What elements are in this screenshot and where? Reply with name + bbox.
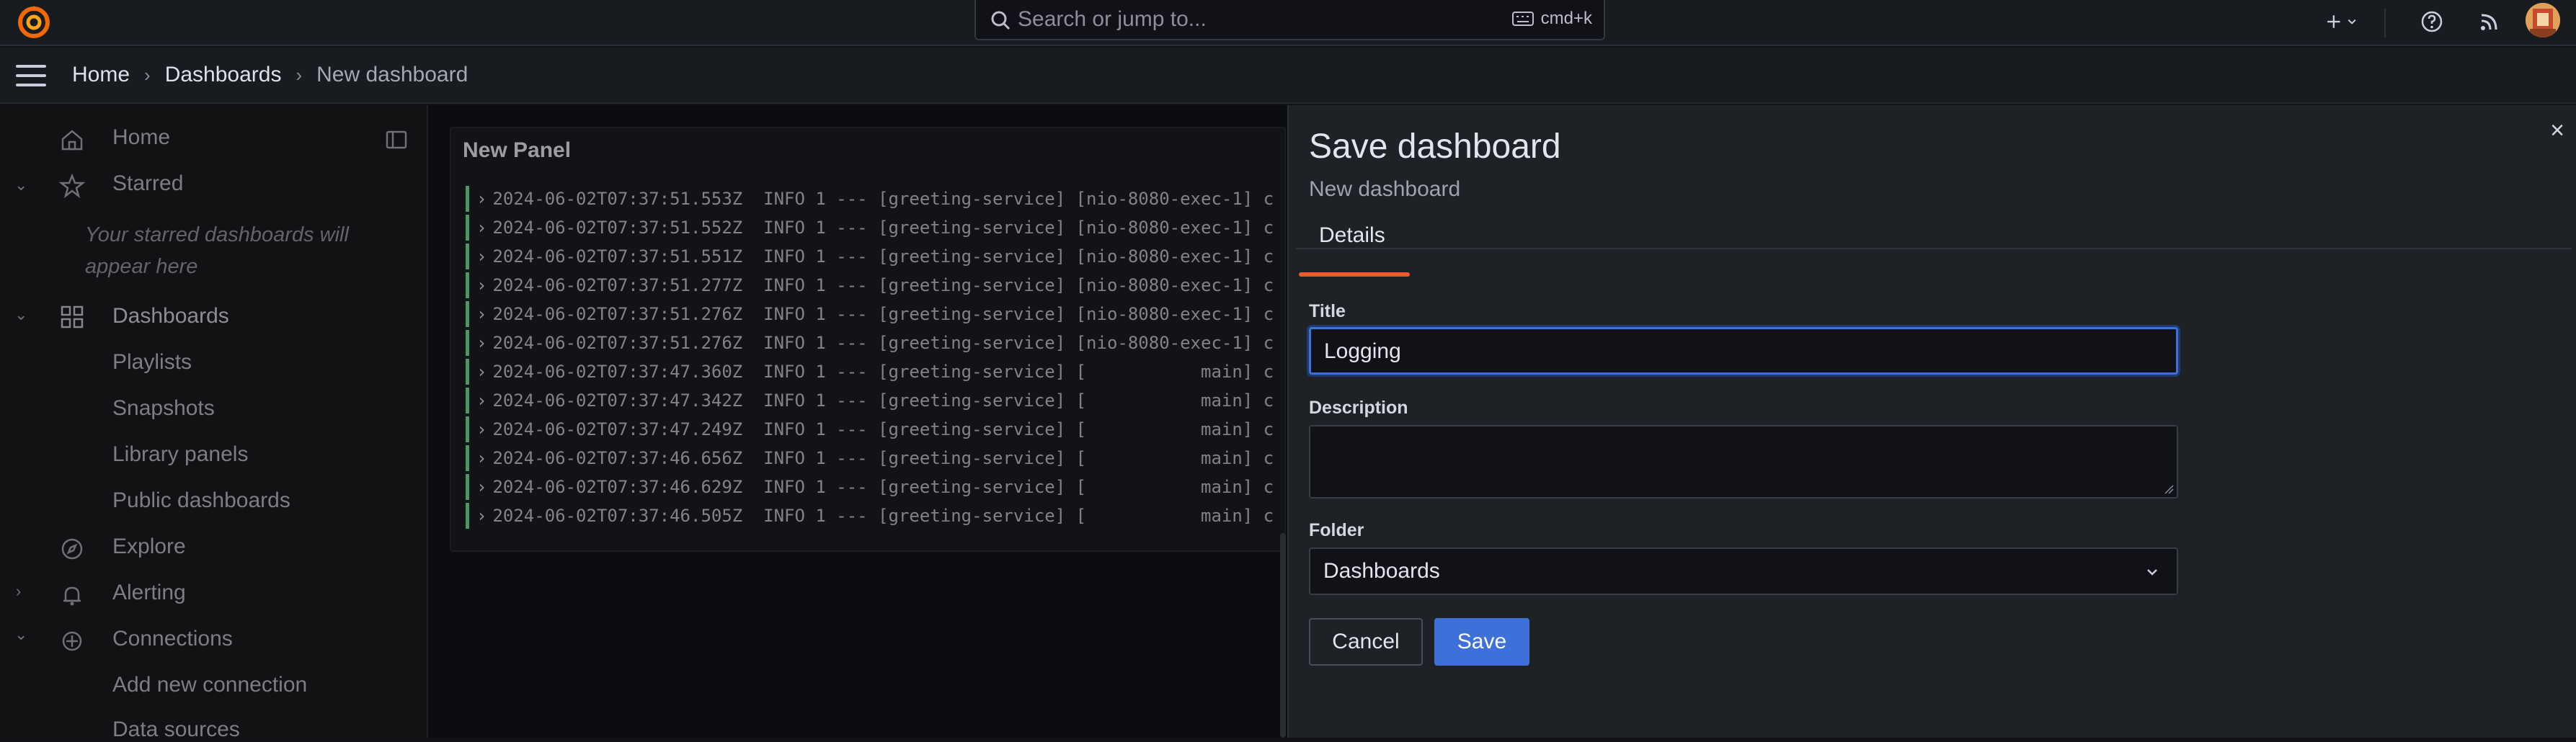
save-dashboard-drawer: × Save dashboard New dashboard Details T…: [1287, 105, 2576, 738]
resize-handle-icon[interactable]: [2164, 484, 2174, 494]
active-tab-indicator: [1299, 272, 1410, 277]
help-icon: [2421, 11, 2443, 32]
modal-backdrop[interactable]: [0, 105, 1287, 738]
avatar[interactable]: [2526, 3, 2560, 37]
title-input[interactable]: Logging: [1309, 327, 2178, 375]
divider: [2384, 9, 2386, 37]
chevron-down-icon: [2147, 569, 2157, 576]
news-button[interactable]: [2474, 6, 2505, 37]
drawer-title: Save dashboard: [1309, 128, 1561, 166]
breadcrumb-home[interactable]: Home: [72, 63, 130, 87]
close-icon[interactable]: ×: [2543, 117, 2572, 146]
description-textarea[interactable]: [1309, 425, 2178, 499]
breadcrumb-current: New dashboard: [316, 63, 468, 86]
chevron-right-icon: ›: [296, 63, 303, 86]
menu-icon[interactable]: [16, 65, 46, 88]
chevron-right-icon: ›: [144, 63, 151, 86]
search-icon: [991, 11, 1011, 30]
new-menu-button[interactable]: [2325, 6, 2357, 37]
keyboard-icon: [1511, 12, 1534, 26]
grafana-logo-icon[interactable]: [16, 4, 52, 40]
cancel-button[interactable]: Cancel: [1309, 618, 1423, 666]
save-button[interactable]: Save: [1434, 618, 1529, 666]
top-bar: Search or jump to... cmd+k: [0, 0, 2576, 46]
title-label: Title: [1309, 301, 1346, 321]
breadcrumb: Home › Dashboards › New dashboard: [72, 63, 468, 87]
search-shortcut: cmd+k: [1511, 9, 1592, 29]
drawer-subtitle: New dashboard: [1309, 177, 1461, 201]
folder-label: Folder: [1309, 520, 1364, 540]
tab-details[interactable]: Details: [1319, 223, 1385, 248]
folder-select[interactable]: Dashboards: [1309, 547, 2178, 595]
search-bar[interactable]: Search or jump to... cmd+k: [974, 0, 1605, 40]
breadcrumb-dashboards[interactable]: Dashboards: [165, 63, 282, 87]
help-button[interactable]: [2416, 6, 2448, 37]
search-placeholder: Search or jump to...: [1018, 7, 1207, 31]
rss-icon: [2481, 14, 2497, 30]
drawer-tabs: Details: [1296, 220, 2572, 249]
folder-value: Dashboards: [1323, 559, 1440, 583]
chevron-down-icon: [2348, 19, 2356, 24]
description-label: Description: [1309, 398, 1408, 418]
breadcrumb-bar: Home › Dashboards › New dashboard: [0, 48, 2576, 104]
shortcut-label: cmd+k: [1540, 9, 1592, 28]
plus-icon: [2327, 15, 2340, 28]
